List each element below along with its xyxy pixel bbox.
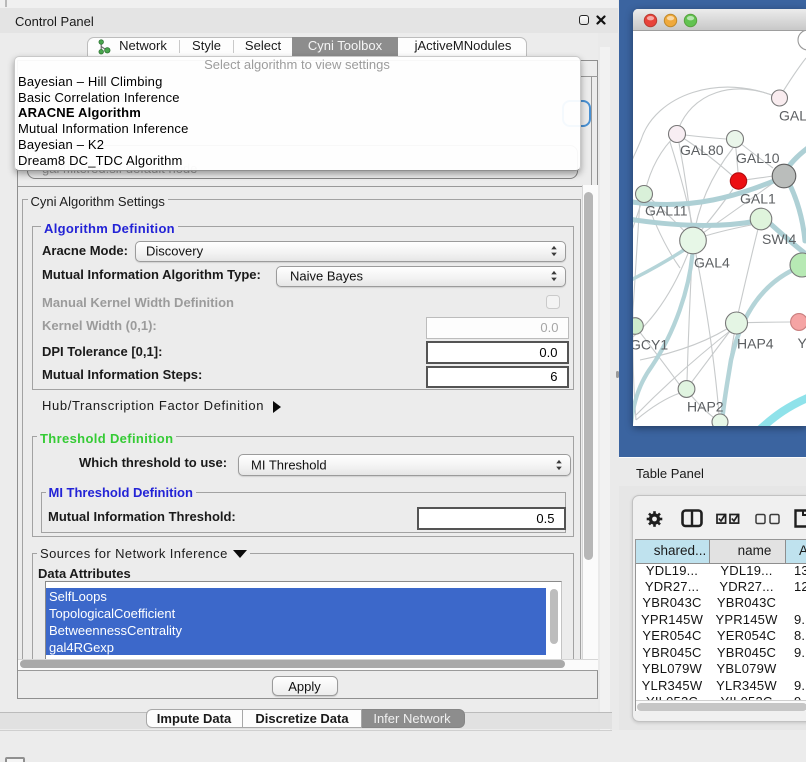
svg-text:GCY1: GCY1 bbox=[633, 337, 668, 353]
svg-text:SWI4: SWI4 bbox=[762, 231, 796, 247]
svg-text:HAP4: HAP4 bbox=[737, 336, 774, 352]
svg-text:HAP2: HAP2 bbox=[687, 399, 724, 415]
svg-text:GAL7: GAL7 bbox=[779, 108, 806, 124]
svg-text:GAL80: GAL80 bbox=[680, 142, 724, 158]
svg-text:Y: Y bbox=[798, 335, 806, 351]
svg-text:GAL4: GAL4 bbox=[694, 255, 730, 271]
svg-text:GAL10: GAL10 bbox=[736, 150, 780, 166]
svg-text:GAL11: GAL11 bbox=[645, 203, 688, 219]
svg-text:GAL1: GAL1 bbox=[740, 191, 776, 207]
